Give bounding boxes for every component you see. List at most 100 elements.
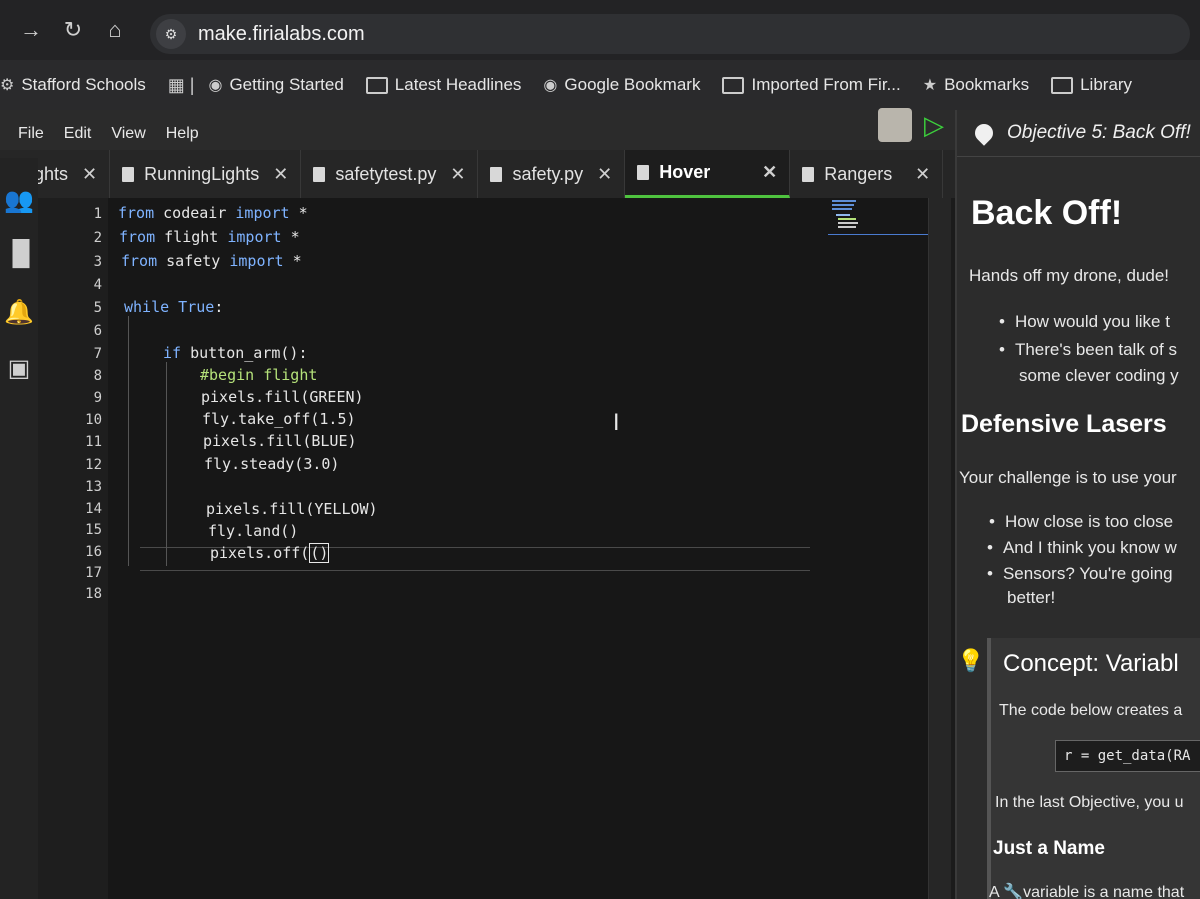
close-icon[interactable]: ✕ xyxy=(273,164,288,185)
tab-runninglights[interactable]: f RunningLights ✕ xyxy=(110,150,302,198)
list-item-continued: better! xyxy=(1007,588,1056,607)
bookmark-library[interactable]: f Library xyxy=(1051,75,1132,95)
line-number: 1 xyxy=(93,206,102,222)
list-item: There's been talk of s xyxy=(999,340,1177,360)
line-number: 2 xyxy=(93,230,102,246)
code-line[interactable]: pixels.fill(YELLOW) xyxy=(206,500,378,518)
bookmark-label: Imported From Fir... xyxy=(751,75,901,94)
objective-header[interactable]: p Objective 5: Back Off! xyxy=(957,110,1200,157)
bookmark-imported[interactable]: f Imported From Fir... xyxy=(722,75,901,95)
code-editor[interactable]: from codeair import * from flight import… xyxy=(108,198,928,899)
globe-icon: ◉ xyxy=(543,77,558,94)
code-line[interactable]: fly.steady(3.0) xyxy=(204,455,339,473)
close-icon[interactable]: ✕ xyxy=(762,162,777,183)
chip-icon[interactable]: ▣ xyxy=(4,354,34,383)
code-line[interactable]: while True: xyxy=(124,298,223,316)
folder-icon: f xyxy=(1051,76,1074,94)
bookmark-label: Library xyxy=(1080,75,1133,94)
line-number: 12 xyxy=(85,457,102,473)
list-item: Sensors? You're going xyxy=(987,564,1173,584)
site-settings-icon[interactable]: ⚙ xyxy=(156,19,186,49)
file-icon: f xyxy=(313,166,326,182)
line-number: 5 xyxy=(93,300,102,316)
tab-rangers[interactable]: f Rangers ✕ xyxy=(790,150,944,198)
star-icon: ★ xyxy=(922,77,938,94)
menu-edit[interactable]: Edit xyxy=(64,125,92,143)
map-pin-icon: p xyxy=(971,120,997,146)
editor-scrollbar[interactable] xyxy=(928,198,951,899)
code-line[interactable]: from codeair import * xyxy=(118,204,308,222)
menu-view[interactable]: View xyxy=(111,125,145,143)
bookmark-stafford-schools[interactable]: ⚙ Stafford Schools xyxy=(0,75,146,95)
activity-bar: 👥 ▐▌ 🔔 ▣ xyxy=(0,158,38,899)
bookmark-label: Bookmarks xyxy=(944,75,1030,94)
code-line[interactable]: fly.take_off(1.5) xyxy=(202,410,356,428)
list-item: How would you like t xyxy=(999,312,1170,332)
bookmark-bookmarks[interactable]: ★ Bookmarks xyxy=(923,75,1029,95)
concept-heading: Concept: Variabl xyxy=(1003,650,1179,677)
line-number: 6 xyxy=(93,323,102,339)
file-icon: f xyxy=(637,165,650,180)
variable-text: A 🔧variable is a name that xyxy=(989,884,1185,899)
line-number: 11 xyxy=(85,434,102,450)
code-line[interactable]: pixels.fill(BLUE) xyxy=(203,432,357,450)
tab-label: Rangers xyxy=(824,163,893,184)
bookmark-google[interactable]: ◉ Google Bookmark xyxy=(543,75,700,95)
folder-icon: f xyxy=(365,76,388,94)
reload-icon[interactable]: ↻ xyxy=(52,17,94,43)
tab-safety[interactable]: f safety.py ✕ xyxy=(478,150,626,198)
bookmarks-bar: ⚙ Stafford Schools ▦ | ◉ Getting Started… xyxy=(0,60,1200,110)
concept-text: The code below creates a xyxy=(999,702,1183,719)
browser-nav-bar: → ↻ ⌂ ⚙ make.firialabs.com xyxy=(0,0,1200,60)
globe-icon: ◉ xyxy=(208,77,223,94)
bookmark-latest-headlines[interactable]: f Latest Headlines xyxy=(365,75,521,95)
code-line[interactable]: fly.land() xyxy=(208,522,298,540)
run-icon[interactable]: ▷ xyxy=(924,110,944,141)
line-number: 7 xyxy=(93,346,102,362)
challenge-text: Your challenge is to use your xyxy=(959,468,1177,487)
code-line[interactable]: #begin flight xyxy=(200,366,317,384)
instructions-panel[interactable]: p Objective 5: Back Off! Back Off! Hands… xyxy=(955,110,1200,899)
tab-label: safety.py xyxy=(512,163,584,184)
close-icon[interactable]: ✕ xyxy=(82,164,97,185)
file-icon: f xyxy=(490,166,503,182)
line-number: 14 xyxy=(85,501,102,517)
line-number: 4 xyxy=(93,277,102,293)
tab-safetytest[interactable]: f safetytest.py ✕ xyxy=(301,150,479,198)
list-item-continued: some clever coding y xyxy=(1019,366,1179,385)
address-bar[interactable]: ⚙ make.firialabs.com xyxy=(150,14,1190,54)
code-line[interactable]: pixels.fill(GREEN) xyxy=(201,388,364,406)
text-cursor: () xyxy=(309,543,330,563)
file-icon: f xyxy=(122,166,135,182)
users-icon[interactable]: 👥 xyxy=(4,186,34,215)
line-number-gutter: 1 2 3 4 5 6 7 8 9 10 11 12 13 14 15 16 1… xyxy=(38,198,108,899)
close-icon[interactable]: ✕ xyxy=(597,164,612,185)
home-icon[interactable]: ⌂ xyxy=(94,17,136,43)
code-line[interactable]: if button_arm(): xyxy=(163,344,308,362)
close-icon[interactable]: ✕ xyxy=(915,164,930,185)
folder-icon: f xyxy=(722,76,745,94)
stop-button[interactable] xyxy=(878,108,912,142)
bookmark-getting-started[interactable]: ◉ Getting Started xyxy=(208,75,343,95)
bar-chart-icon[interactable]: ▐▌ xyxy=(4,240,38,268)
bookmark-label: Getting Started xyxy=(229,75,344,94)
code-line[interactable]: from flight import * xyxy=(119,228,300,246)
mouse-ibeam-icon: I xyxy=(613,411,620,436)
url-text[interactable]: make.firialabs.com xyxy=(198,23,365,46)
menu-help[interactable]: Help xyxy=(166,125,199,143)
bell-icon[interactable]: 🔔 xyxy=(4,298,34,327)
apps-grid-icon[interactable]: ▦ | xyxy=(168,75,195,96)
last-objective-text: In the last Objective, you u xyxy=(995,794,1184,811)
line-number: 16 xyxy=(85,544,102,560)
code-line[interactable]: from safety import * xyxy=(121,252,302,270)
file-icon: f xyxy=(802,166,815,182)
code-minimap[interactable] xyxy=(828,198,928,238)
line-number: 18 xyxy=(85,586,102,602)
line-number: 10 xyxy=(85,412,102,428)
menu-file[interactable]: File xyxy=(18,125,44,143)
list-item: How close is too close xyxy=(989,512,1173,532)
code-line[interactable]: pixels.off(() xyxy=(210,543,330,563)
tab-hover[interactable]: f Hover ✕ xyxy=(625,150,791,198)
forward-icon[interactable]: → xyxy=(10,17,52,43)
close-icon[interactable]: ✕ xyxy=(450,164,465,185)
